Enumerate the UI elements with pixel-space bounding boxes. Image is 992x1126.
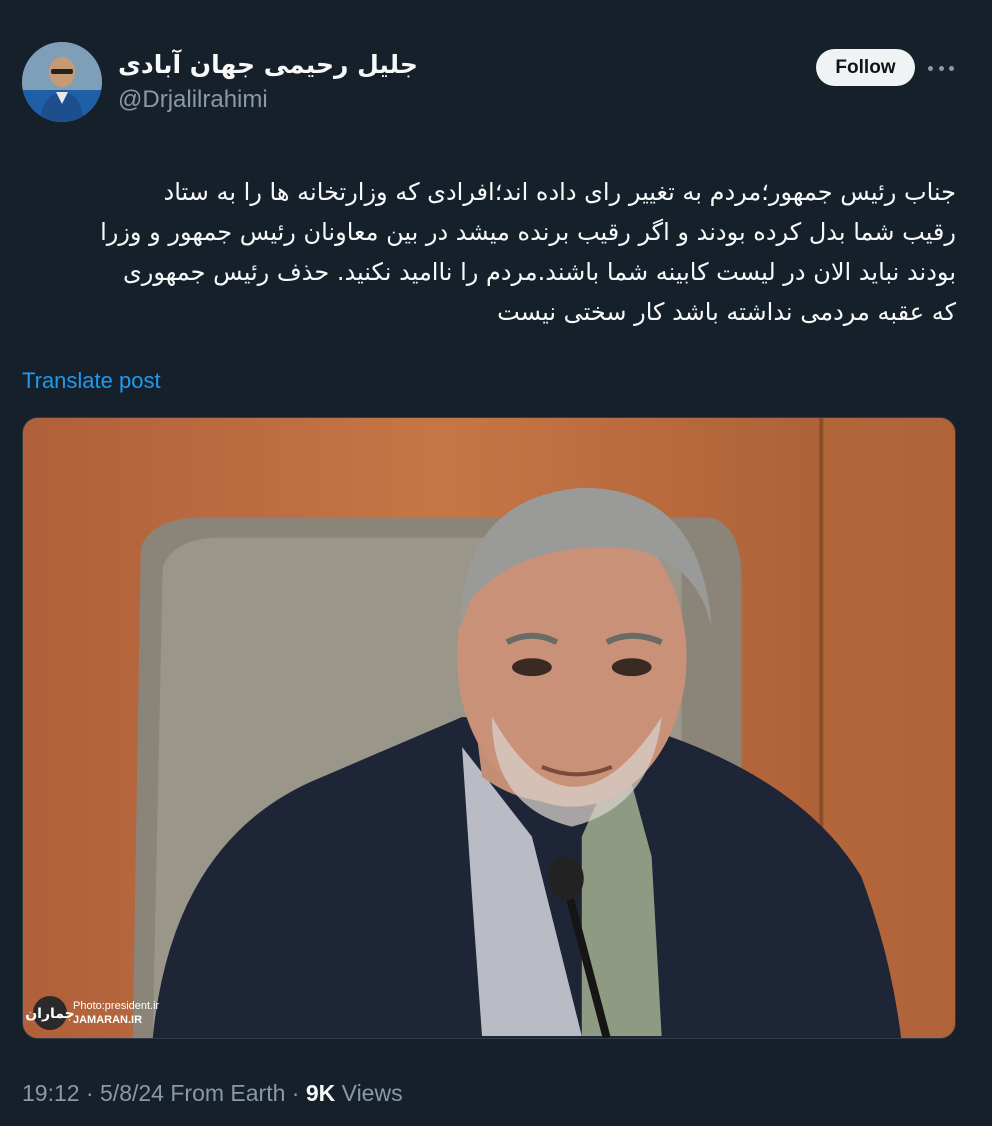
post-time[interactable]: 19:12 — [22, 1080, 80, 1106]
post-text: جناب رئیس جمهور؛مردم به تغییر رای داده ا… — [100, 178, 956, 326]
avatar-image — [22, 42, 102, 122]
more-horizontal-icon[interactable] — [928, 58, 954, 78]
post-meta: 19:12 · 5/8/24 From Earth · 9K Views — [22, 1080, 403, 1107]
avatar[interactable] — [22, 42, 102, 122]
credit-line-2: JAMARAN.IR — [73, 1014, 143, 1026]
dot — [928, 65, 933, 71]
jamaran-logo: جماران — [25, 996, 75, 1030]
views-count[interactable]: 9K — [306, 1080, 335, 1106]
separator: · — [85, 1080, 94, 1106]
author-display-name[interactable]: جلیل رحیمی جهان آبادی — [118, 50, 418, 79]
author-handle[interactable]: @Drjalilrahimi — [118, 86, 268, 114]
dot — [938, 65, 944, 71]
post-date[interactable]: 5/8/24 — [100, 1080, 164, 1106]
credit-text: Photo:president.ir JAMARAN.IR — [73, 999, 159, 1027]
photo-credit: جماران Photo:president.ir JAMARAN.IR — [25, 996, 159, 1030]
post-source: From Earth — [170, 1080, 286, 1106]
logo-text: جماران — [25, 1004, 75, 1021]
follow-button[interactable]: Follow — [816, 49, 915, 86]
tweet: جلیل رحیمی جهان آبادی @Drjalilrahimi Fol… — [0, 0, 992, 1126]
translate-post-link[interactable]: Translate post — [22, 368, 161, 394]
separator: · — [291, 1080, 300, 1106]
views-label[interactable]: Views — [342, 1080, 403, 1106]
credit-line-1: Photo:president.ir — [73, 1000, 160, 1012]
photo-illustration — [23, 418, 955, 1038]
post-photo[interactable]: جماران Photo:president.ir JAMARAN.IR — [22, 417, 956, 1039]
dot — [949, 65, 954, 71]
